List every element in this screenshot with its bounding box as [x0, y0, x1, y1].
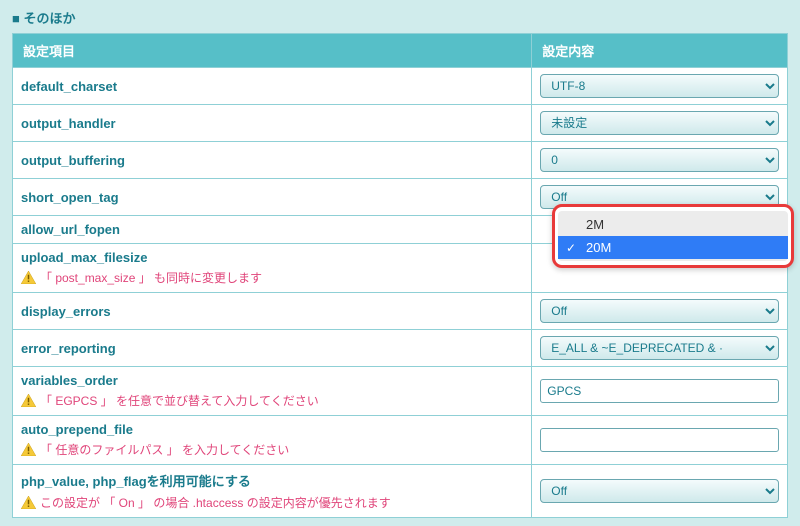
- warning-icon: [21, 496, 36, 509]
- setting-label: short_open_tag: [21, 190, 119, 205]
- output-handler-select[interactable]: 未設定: [540, 111, 779, 135]
- setting-label: allow_url_fopen: [21, 222, 120, 237]
- dropdown-option-20m[interactable]: ✓ 20M: [558, 236, 788, 259]
- table-row: display_errors Off: [13, 293, 788, 330]
- setting-label: variables_order: [21, 373, 118, 388]
- setting-label: output_handler: [21, 116, 116, 131]
- php-value-flag-select[interactable]: Off: [540, 479, 779, 503]
- error-reporting-select[interactable]: E_ALL & ~E_DEPRECATED & ·: [540, 336, 779, 360]
- setting-note: 「 任意のファイルパス 」 を入力してください: [40, 441, 289, 458]
- warning-icon: [21, 443, 36, 456]
- table-row: auto_prepend_file 「 任意のファイルパス 」 を入力してくださ…: [13, 416, 788, 465]
- setting-note: この設定が 「 On 」 の場合 .htaccess の設定内容が優先されます: [40, 494, 391, 511]
- table-row: default_charset UTF-8: [13, 68, 788, 105]
- table-row: php_value, php_flagを利用可能にする この設定が 「 On 」…: [13, 465, 788, 518]
- setting-label: default_charset: [21, 79, 117, 94]
- setting-note: 「 post_max_size 」 も同時に変更します: [40, 269, 262, 286]
- variables-order-input[interactable]: [540, 379, 779, 403]
- warning-icon: [21, 394, 36, 407]
- auto-prepend-file-input[interactable]: [540, 428, 779, 452]
- display-errors-select[interactable]: Off: [540, 299, 779, 323]
- section-title: ■ そのほか: [12, 8, 788, 27]
- setting-label: output_buffering: [21, 153, 125, 168]
- default-charset-select[interactable]: UTF-8: [540, 74, 779, 98]
- upload-max-filesize-dropdown[interactable]: 2M ✓ 20M: [552, 204, 794, 268]
- setting-label: php_value, php_flagを利用可能にする: [21, 474, 251, 489]
- table-row: error_reporting E_ALL & ~E_DEPRECATED & …: [13, 330, 788, 367]
- check-icon: ✓: [566, 241, 576, 255]
- settings-table: 設定項目 設定内容 default_charset UTF-8 output_h…: [12, 33, 788, 518]
- output-buffering-select[interactable]: 0: [540, 148, 779, 172]
- col-header-value: 設定内容: [532, 34, 788, 68]
- setting-note: 「 EGPCS 」 を任意で並び替えて入力してください: [40, 392, 319, 409]
- table-row: output_handler 未設定: [13, 105, 788, 142]
- warning-icon: [21, 271, 36, 284]
- setting-label: auto_prepend_file: [21, 422, 133, 437]
- table-row: output_buffering 0: [13, 142, 788, 179]
- setting-label: error_reporting: [21, 341, 116, 356]
- table-row: variables_order 「 EGPCS 」 を任意で並び替えて入力してく…: [13, 367, 788, 416]
- dropdown-option-2m[interactable]: 2M: [558, 213, 788, 236]
- setting-label: upload_max_filesize: [21, 250, 147, 265]
- col-header-item: 設定項目: [13, 34, 532, 68]
- setting-label: display_errors: [21, 304, 111, 319]
